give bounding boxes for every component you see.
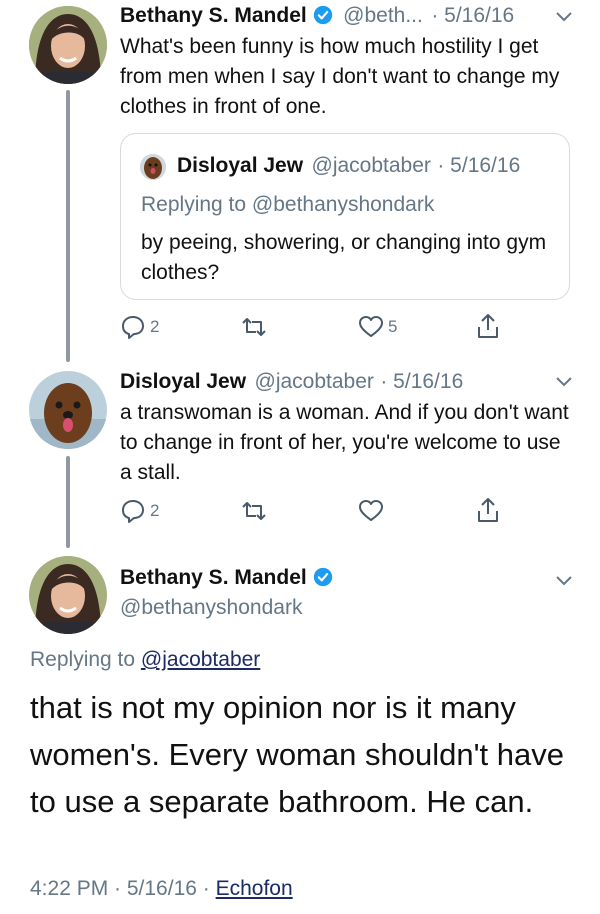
author-handle[interactable]: @bethanyshondark xyxy=(120,596,302,620)
replying-to-label: Replying to xyxy=(30,648,141,671)
replying-to-link[interactable]: @jacobtaber xyxy=(141,648,260,671)
tweet-date[interactable]: · 5/16/16 xyxy=(431,4,514,27)
verified-badge-icon xyxy=(313,567,332,587)
share-button[interactable] xyxy=(476,497,500,523)
retweet-icon xyxy=(242,502,266,520)
avatar[interactable] xyxy=(29,6,107,84)
share-icon xyxy=(478,314,498,338)
quoted-tweet-card[interactable]: Disloyal Jew @jacobtaber · 5/16/16 Reply… xyxy=(120,133,570,300)
avatar[interactable] xyxy=(29,556,107,634)
like-icon xyxy=(359,316,383,337)
tweet-text: a transwoman is a woman. And if you don'… xyxy=(120,401,569,484)
replying-to: Replying to @jacobtaber xyxy=(30,648,260,672)
avatar-image xyxy=(29,6,107,84)
quoted-avatar xyxy=(140,154,166,180)
thread-line xyxy=(66,90,70,362)
timestamp-text: 4:22 PM · 5/16/16 · xyxy=(30,877,216,900)
reply-icon xyxy=(122,500,144,523)
reply-count: 2 xyxy=(150,501,160,520)
author-name[interactable]: Bethany S. Mandel xyxy=(120,4,307,27)
author-name[interactable]: Disloyal Jew xyxy=(120,370,246,393)
avatar[interactable] xyxy=(29,371,107,449)
quoted-author-handle: @jacobtaber xyxy=(311,154,431,177)
author-handle[interactable]: @beth... xyxy=(343,4,423,27)
tweet-text: What's been funny is how much hostility … xyxy=(120,35,560,118)
reply-button[interactable]: 2 xyxy=(120,499,159,523)
dog-avatar-image xyxy=(29,371,107,449)
like-icon xyxy=(359,500,383,521)
reply-count: 2 xyxy=(150,317,160,336)
avatar-image xyxy=(29,556,107,634)
retweet-button[interactable] xyxy=(240,501,268,521)
quoted-author-name: Disloyal Jew xyxy=(177,154,304,177)
reply-icon xyxy=(122,316,144,339)
author-name[interactable]: Bethany S. Mandel xyxy=(120,566,307,589)
share-icon xyxy=(478,498,498,522)
retweet-icon xyxy=(242,318,266,336)
chevron-down-icon[interactable] xyxy=(556,12,572,22)
verified-badge-icon xyxy=(313,5,332,25)
quoted-tweet-text: by peeing, showering, or changing into g… xyxy=(141,231,547,284)
like-count: 5 xyxy=(388,317,398,336)
quoted-tweet-date: · 5/16/16 xyxy=(437,154,521,177)
share-button[interactable] xyxy=(476,313,500,339)
quoted-replying-to: Replying to @bethanyshondark xyxy=(141,193,435,216)
like-button[interactable]: 5 xyxy=(358,315,397,339)
chevron-down-icon[interactable] xyxy=(556,377,572,387)
reply-button[interactable]: 2 xyxy=(120,315,159,339)
tweet-date[interactable]: · 5/16/16 xyxy=(380,370,463,393)
retweet-button[interactable] xyxy=(240,317,268,337)
dog-avatar-image xyxy=(140,154,166,180)
main-tweet-text: that is not my opinion nor is it many wo… xyxy=(30,690,564,819)
thread-line xyxy=(66,456,70,548)
author-handle[interactable]: @jacobtaber xyxy=(255,370,374,393)
like-button[interactable] xyxy=(358,499,384,523)
tweet-timestamp: 4:22 PM · 5/16/16 · Echofon xyxy=(30,877,293,901)
source-link[interactable]: Echofon xyxy=(216,877,293,900)
chevron-down-icon[interactable] xyxy=(556,576,572,586)
